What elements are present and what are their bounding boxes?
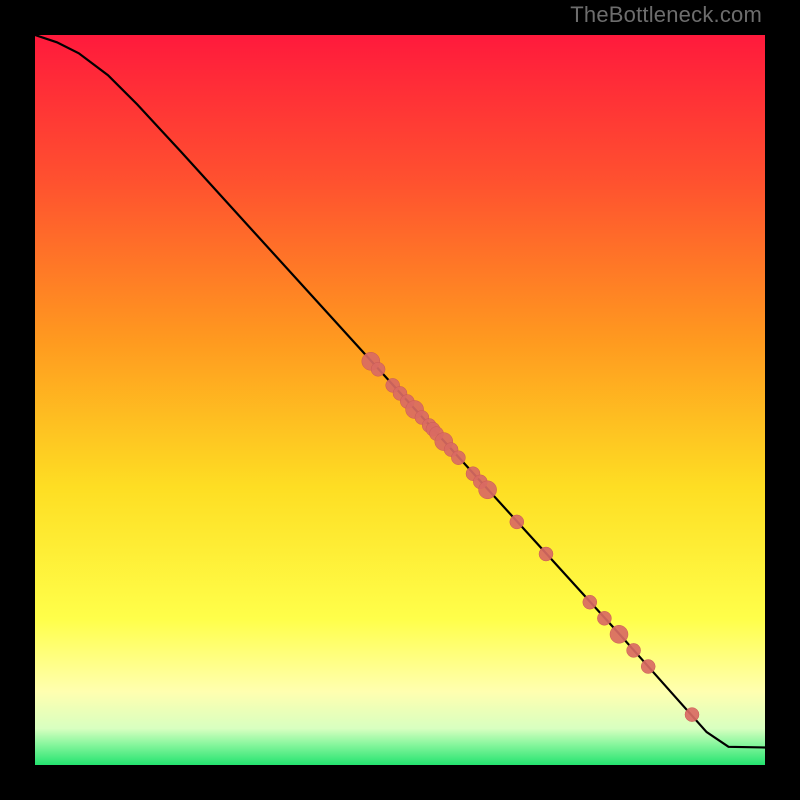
data-point bbox=[371, 362, 385, 376]
data-point bbox=[539, 547, 553, 561]
data-point bbox=[685, 708, 699, 722]
data-point bbox=[510, 515, 524, 529]
chart-stage: TheBottleneck.com bbox=[0, 0, 800, 800]
data-point bbox=[627, 643, 641, 657]
data-point bbox=[641, 660, 655, 674]
plot-svg bbox=[35, 35, 765, 765]
plot-area bbox=[35, 35, 765, 765]
data-point bbox=[610, 625, 628, 643]
watermark-text: TheBottleneck.com bbox=[570, 2, 762, 28]
data-point bbox=[451, 451, 465, 465]
data-point bbox=[583, 595, 597, 609]
data-point bbox=[479, 481, 497, 499]
data-point bbox=[597, 611, 611, 625]
